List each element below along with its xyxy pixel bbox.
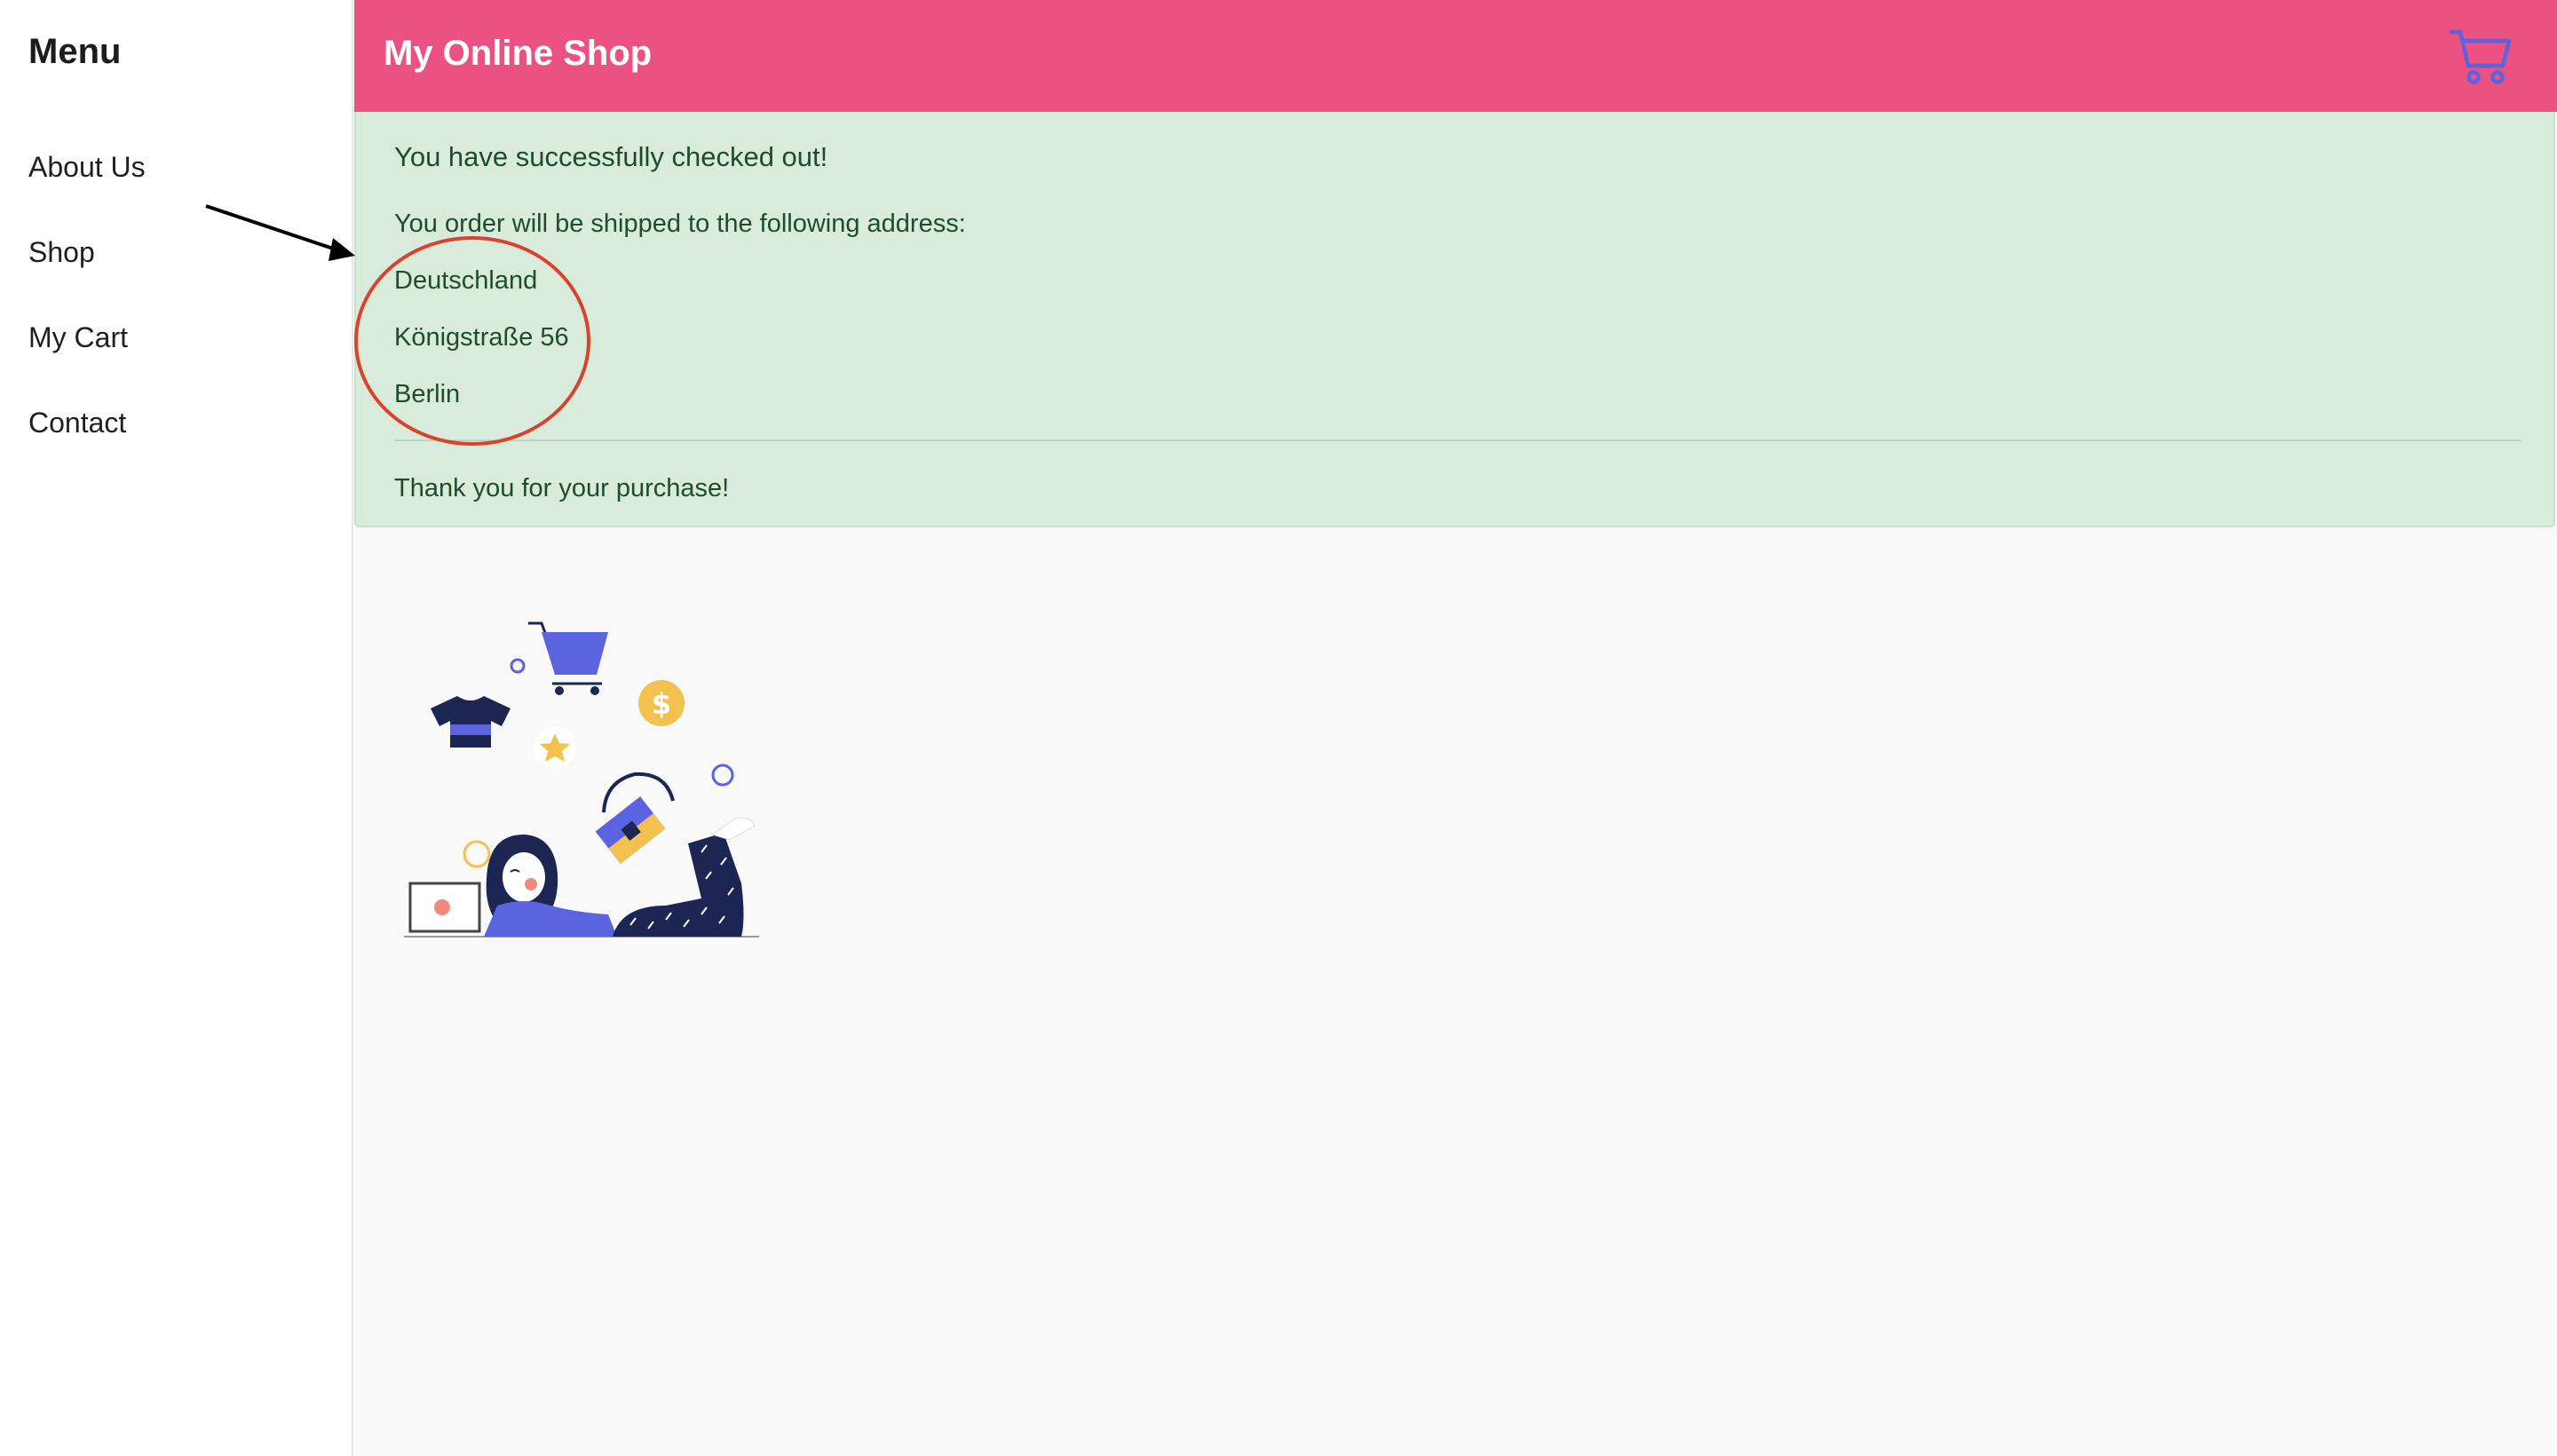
shopping-bag-icon bbox=[595, 772, 675, 864]
sidebar-item-my-cart[interactable]: My Cart bbox=[28, 321, 128, 354]
address-city: Berlin bbox=[394, 380, 461, 408]
alert-divider bbox=[394, 439, 2521, 441]
thank-you-message: Thank you for your purchase! bbox=[394, 474, 730, 502]
sidebar-item-about-us[interactable]: About Us bbox=[28, 151, 146, 184]
header-bar: My Online Shop bbox=[354, 0, 2557, 112]
checkout-success-alert: You have successfully checked out! You o… bbox=[354, 112, 2555, 527]
sidebar-item-shop[interactable]: Shop bbox=[28, 236, 95, 269]
tshirt-icon bbox=[431, 696, 511, 748]
shop-title: My Online Shop bbox=[384, 34, 653, 73]
shopping-cart-icon bbox=[2449, 29, 2512, 84]
sidebar: Menu About Us Shop My Cart Contact bbox=[0, 0, 353, 1456]
menu-title: Menu bbox=[28, 32, 122, 71]
cart-button[interactable] bbox=[2449, 27, 2513, 87]
star-icon bbox=[534, 726, 576, 769]
sidebar-item-contact[interactable]: Contact bbox=[28, 407, 126, 439]
dollar-coin-icon: $ bbox=[638, 680, 685, 726]
svg-text:$: $ bbox=[652, 687, 671, 721]
cart-illustration-icon bbox=[528, 621, 608, 695]
success-message: You have successfully checked out! bbox=[394, 141, 828, 172]
online-shopping-woman-illustration: $ bbox=[404, 621, 759, 938]
laptop-icon bbox=[408, 882, 481, 933]
address-street: Königstraße 56 bbox=[394, 323, 569, 352]
shipping-intro: You order will be shipped to the followi… bbox=[394, 210, 966, 238]
address-country: Deutschland bbox=[394, 266, 538, 295]
